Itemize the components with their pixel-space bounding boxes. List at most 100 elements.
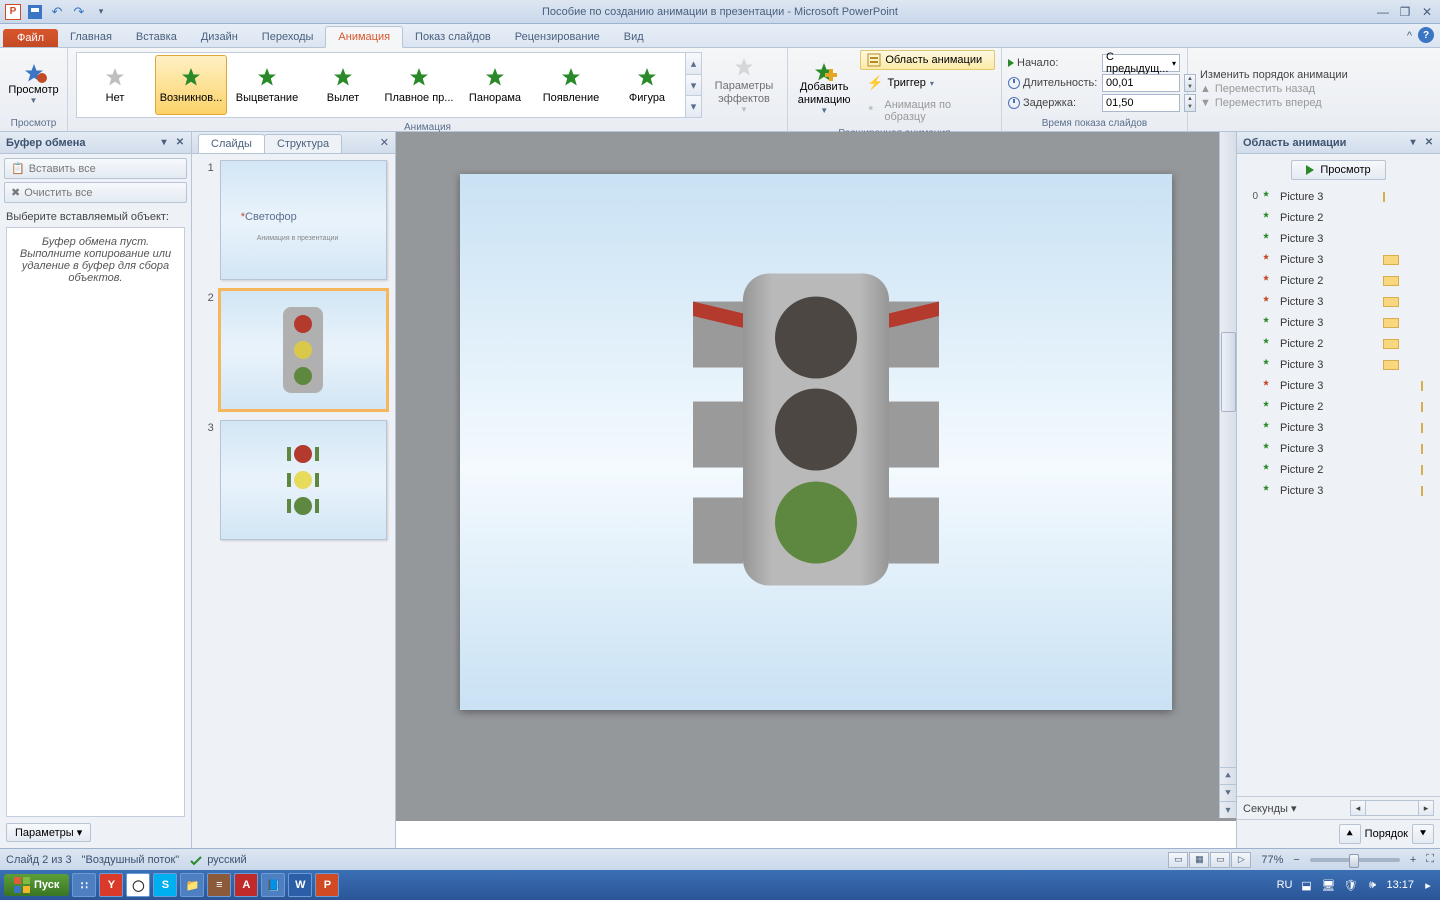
- tab-review[interactable]: Рецензирование: [503, 27, 612, 47]
- fit-to-window-button[interactable]: ⛶: [1426, 853, 1434, 866]
- animation-item[interactable]: Picture 3: [1243, 417, 1434, 438]
- gallery-item-wipe[interactable]: Появление: [535, 55, 607, 115]
- gallery-item-shape[interactable]: Фигура: [611, 55, 683, 115]
- taskbar-item[interactable]: 📘: [261, 873, 285, 897]
- next-slide-button[interactable]: ⯆: [1220, 784, 1236, 801]
- file-tab[interactable]: Файл: [3, 29, 58, 47]
- scroll-down-button[interactable]: ▾: [1220, 801, 1236, 818]
- animation-list[interactable]: 0 Picture 3 Picture 2 Picture 3 Picture …: [1237, 186, 1440, 501]
- slides-pane-close[interactable]: ✕: [380, 136, 389, 149]
- gallery-scroll-down[interactable]: ▾: [686, 75, 701, 97]
- taskbar-item[interactable]: ◯: [126, 873, 150, 897]
- undo-button[interactable]: ↶: [48, 3, 66, 21]
- slide-indicator[interactable]: Слайд 2 из 3: [6, 854, 72, 866]
- vertical-scrollbar[interactable]: ⯅ ⯆ ▾: [1219, 132, 1236, 818]
- effect-options-button[interactable]: Параметры эффектов ▼: [708, 52, 780, 118]
- timeline-track[interactable]: [1366, 800, 1418, 816]
- slide-thumb-2[interactable]: [220, 290, 387, 410]
- tab-insert[interactable]: Вставка: [124, 27, 189, 47]
- gallery-item-none[interactable]: Нет: [79, 55, 151, 115]
- clipboard-options-button[interactable]: Параметры ▾: [6, 823, 91, 842]
- start-combo[interactable]: С предыдущ...▾: [1102, 54, 1180, 72]
- notes-pane[interactable]: [396, 818, 1236, 848]
- taskbar-item[interactable]: Y: [99, 873, 123, 897]
- redo-button[interactable]: ↷: [70, 3, 88, 21]
- zoom-out-button[interactable]: −: [1293, 854, 1299, 866]
- slides-tab[interactable]: Слайды: [198, 134, 265, 153]
- animation-item[interactable]: Picture 3: [1243, 312, 1434, 333]
- clipboard-close[interactable]: ✕: [173, 135, 187, 149]
- slide-thumb-3[interactable]: [220, 420, 387, 540]
- outline-tab[interactable]: Структура: [264, 134, 342, 153]
- clear-all-button[interactable]: ✖Очистить все: [4, 182, 187, 203]
- language-indicator[interactable]: русский: [189, 853, 246, 867]
- animation-painter-button[interactable]: Анимация по образцу: [860, 96, 995, 126]
- start-button[interactable]: Пуск: [4, 874, 69, 896]
- traffic-light[interactable]: [743, 274, 889, 586]
- tray-icon[interactable]: 🕪: [1364, 877, 1380, 893]
- zoom-value[interactable]: 77%: [1261, 854, 1283, 866]
- tray-icon[interactable]: 🛡: [1342, 877, 1358, 893]
- animation-item[interactable]: Picture 2: [1243, 333, 1434, 354]
- clipboard-menu[interactable]: ▾: [157, 135, 171, 149]
- reorder-down-button[interactable]: ⯆: [1412, 824, 1434, 844]
- move-earlier-button[interactable]: ▲Переместить назад: [1200, 83, 1348, 95]
- animation-item[interactable]: 0 Picture 3: [1243, 186, 1434, 207]
- taskbar-item[interactable]: P: [315, 873, 339, 897]
- restore-button[interactable]: ❐: [1395, 4, 1415, 20]
- timeline-scroll-right[interactable]: ▸: [1418, 800, 1434, 816]
- ribbon-minimize[interactable]: ^: [1407, 30, 1412, 42]
- move-later-button[interactable]: ▼Переместить вперед: [1200, 97, 1348, 109]
- tab-home[interactable]: Главная: [58, 27, 124, 47]
- timeline-scroll-left[interactable]: ◂: [1350, 800, 1366, 816]
- trigger-button[interactable]: ⚡ Триггер ▾: [860, 72, 995, 94]
- animation-item[interactable]: Picture 3: [1243, 438, 1434, 459]
- tab-slideshow[interactable]: Показ слайдов: [403, 27, 503, 47]
- animation-gallery[interactable]: Нет Возникнов... Выцветание Вылет Плавно…: [76, 52, 702, 118]
- close-button[interactable]: ✕: [1417, 4, 1437, 20]
- taskbar-item[interactable]: S: [153, 873, 177, 897]
- show-desktop[interactable]: ▸: [1420, 877, 1436, 893]
- zoom-slider[interactable]: [1310, 858, 1400, 862]
- animation-item[interactable]: Picture 3: [1243, 228, 1434, 249]
- animation-item[interactable]: Picture 3: [1243, 480, 1434, 501]
- gallery-item-split[interactable]: Панорама: [459, 55, 531, 115]
- qat-customize[interactable]: ▾: [92, 3, 110, 21]
- animation-item[interactable]: Picture 3: [1243, 249, 1434, 270]
- animation-item[interactable]: Picture 2: [1243, 270, 1434, 291]
- sorter-view-button[interactable]: ▦: [1189, 852, 1209, 868]
- tray-icon[interactable]: 🖥: [1320, 877, 1336, 893]
- help-button[interactable]: ?: [1418, 27, 1434, 43]
- minimize-button[interactable]: ―: [1373, 4, 1393, 20]
- slides-body[interactable]: 1 *Светофор Анимация в презентации 2✦ 3: [192, 154, 395, 848]
- animation-item[interactable]: Picture 2: [1243, 459, 1434, 480]
- tab-animation[interactable]: Анимация: [325, 26, 403, 48]
- slide-canvas-area[interactable]: ⯅ ⯆ ▾: [396, 132, 1236, 848]
- delay-input[interactable]: [1102, 94, 1180, 112]
- timeline-scroll[interactable]: ◂ ▸: [1350, 800, 1434, 816]
- tab-transitions[interactable]: Переходы: [250, 27, 326, 47]
- animation-item[interactable]: Picture 3: [1243, 291, 1434, 312]
- clock[interactable]: 13:17: [1386, 879, 1414, 891]
- zoom-in-button[interactable]: +: [1410, 854, 1416, 866]
- gallery-item-flyin[interactable]: Вылет: [307, 55, 379, 115]
- paste-all-button[interactable]: 📋Вставить все: [4, 158, 187, 179]
- animation-item[interactable]: Picture 2: [1243, 207, 1434, 228]
- taskbar-item[interactable]: A: [234, 873, 258, 897]
- taskbar-item[interactable]: ∷: [72, 873, 96, 897]
- gallery-item-floatin[interactable]: Плавное пр...: [383, 55, 455, 115]
- duration-input[interactable]: [1102, 74, 1180, 92]
- scrollbar-thumb[interactable]: [1221, 332, 1236, 412]
- animation-item[interactable]: Picture 2: [1243, 396, 1434, 417]
- tab-design[interactable]: Дизайн: [189, 27, 250, 47]
- tray-icon[interactable]: ⬓: [1298, 877, 1314, 893]
- preview-button[interactable]: Просмотр ▼: [6, 50, 61, 116]
- animation-pane-toggle[interactable]: Область анимации: [860, 50, 995, 70]
- add-animation-button[interactable]: Добавить анимацию ▼: [794, 55, 854, 121]
- reading-view-button[interactable]: ▭: [1210, 852, 1230, 868]
- taskbar-item[interactable]: ≡: [207, 873, 231, 897]
- animation-item[interactable]: Picture 3: [1243, 375, 1434, 396]
- play-animations-button[interactable]: Просмотр: [1291, 160, 1385, 180]
- gallery-item-fade[interactable]: Выцветание: [231, 55, 303, 115]
- gallery-item-appear[interactable]: Возникнов...: [155, 55, 227, 115]
